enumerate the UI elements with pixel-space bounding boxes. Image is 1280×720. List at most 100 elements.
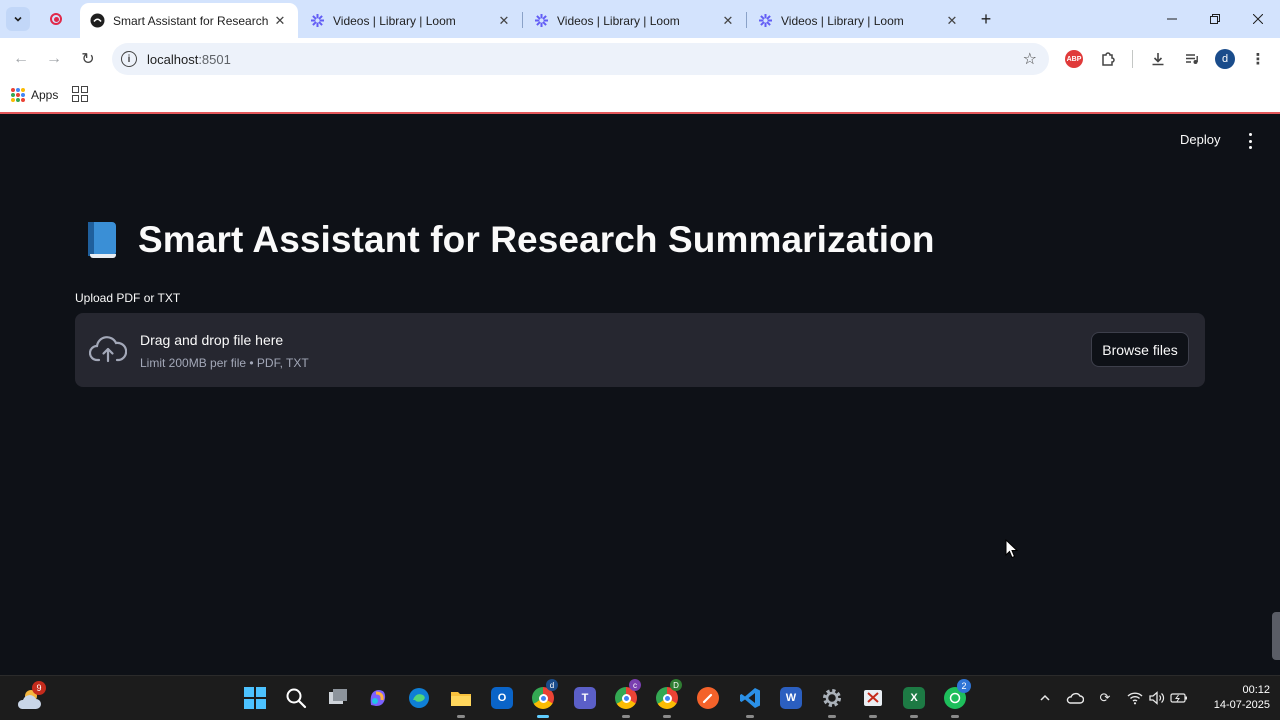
tray-volume[interactable] — [1148, 689, 1166, 707]
tab-loom-1[interactable]: Videos | Library | Loom ✕ — [300, 3, 522, 38]
page-scrollbar[interactable] — [1272, 612, 1280, 660]
tray-overflow-button[interactable] — [1036, 689, 1054, 707]
tab-close-icon[interactable]: ✕ — [272, 13, 288, 29]
profile-button[interactable]: d — [1213, 47, 1237, 71]
page-title: Smart Assistant for Research Summarizati… — [84, 219, 935, 261]
reload-icon: ↻ — [81, 51, 95, 68]
dropzone-limit: Limit 200MB per file • PDF, TXT — [140, 356, 309, 370]
tab-groups-icon[interactable] — [72, 86, 88, 102]
url-text: localhost:8501 — [147, 51, 231, 67]
adblock-icon: ABP — [1065, 50, 1083, 68]
taskbar-chrome-active[interactable]: d — [529, 679, 558, 718]
loom-favicon-icon — [758, 13, 773, 28]
taskbar-search[interactable] — [282, 684, 310, 712]
taskbar-file-explorer[interactable] — [447, 684, 475, 718]
address-bar[interactable]: i localhost:8501 ☆ — [112, 43, 1049, 75]
tray-battery[interactable] — [1170, 689, 1188, 707]
media-queue-icon — [1186, 54, 1198, 64]
downloads-button[interactable] — [1146, 47, 1170, 71]
taskbar-vscode[interactable] — [736, 684, 764, 718]
running-indicator — [537, 715, 549, 718]
restore-button[interactable] — [1193, 0, 1237, 38]
taskbar-excel[interactable]: X — [900, 684, 928, 718]
tab-close-icon[interactable]: ✕ — [720, 13, 736, 29]
taskbar-snipping-tool[interactable] — [859, 684, 887, 718]
kebab-menu-icon: ⋮ — [1250, 51, 1266, 68]
running-indicator — [746, 715, 754, 718]
browse-files-button[interactable]: Browse files — [1091, 332, 1189, 367]
running-indicator — [828, 715, 836, 718]
tab-smart-assistant[interactable]: Smart Assistant for Research ✕ — [80, 3, 298, 38]
clock-time: 00:12 — [1242, 684, 1270, 696]
chevron-up-icon — [1040, 694, 1050, 701]
tab-close-icon[interactable]: ✕ — [944, 13, 960, 29]
bookmark-apps[interactable]: Apps — [11, 88, 58, 102]
search-icon — [286, 688, 307, 709]
taskbar-edge[interactable] — [405, 684, 433, 712]
taskbar-app-orange[interactable] — [694, 684, 722, 712]
chrome-profile-badge: D — [670, 679, 682, 691]
clock-date: 14-07-2025 — [1213, 699, 1270, 711]
taskbar-clock[interactable]: 00:12 14-07-2025 — [1196, 683, 1270, 713]
tab-close-icon[interactable]: ✕ — [496, 13, 512, 29]
app-menu-icon[interactable] — [1244, 133, 1256, 149]
wifi-icon — [1127, 692, 1143, 705]
bookmarks-bar: Apps — [0, 80, 1280, 114]
bookmark-apps-label: Apps — [31, 88, 59, 102]
taskbar-settings[interactable] — [818, 684, 846, 718]
tab-loom-2[interactable]: Videos | Library | Loom ✕ — [524, 3, 746, 38]
adblock-extension-button[interactable]: ABP — [1062, 47, 1086, 71]
plus-icon: + — [980, 8, 992, 29]
site-info-icon[interactable]: i — [121, 51, 137, 67]
tab-loom-3[interactable]: Videos | Library | Loom ✕ — [748, 3, 970, 38]
taskbar-chrome-3[interactable]: D — [653, 679, 682, 718]
tray-sync[interactable]: ⟳ — [1096, 689, 1114, 707]
start-button[interactable] — [241, 684, 269, 712]
file-dropzone[interactable]: Drag and drop file here Limit 200MB per … — [75, 313, 1205, 387]
taskbar-copilot[interactable] — [364, 684, 392, 712]
outlook-icon: O — [491, 687, 513, 709]
taskbar-chrome-2[interactable]: c — [612, 679, 641, 718]
taskbar-word[interactable]: W — [777, 684, 805, 712]
excel-icon: X — [903, 687, 925, 709]
dropzone-instructions: Drag and drop file here — [140, 332, 284, 348]
apps-grid-icon — [11, 88, 25, 102]
teams-icon: T — [574, 687, 596, 709]
taskbar-teams[interactable]: T — [571, 684, 599, 712]
loom-favicon-icon — [310, 13, 325, 28]
forward-button[interactable]: → — [41, 46, 67, 72]
task-view-button[interactable] — [324, 684, 352, 712]
edge-icon — [409, 688, 429, 708]
running-indicator — [951, 715, 959, 718]
weather-widget[interactable]: 9 — [16, 681, 46, 713]
tab-search-button[interactable] — [6, 7, 30, 31]
taskbar-whatsapp[interactable]: 2 — [941, 679, 971, 718]
page-title-text: Smart Assistant for Research Summarizati… — [138, 219, 935, 260]
media-controls-button[interactable] — [1180, 47, 1204, 71]
windows-logo-icon — [244, 687, 266, 709]
bookmark-star-icon[interactable]: ☆ — [1023, 49, 1037, 69]
minimize-icon — [1167, 18, 1177, 20]
tab-strip: Smart Assistant for Research ✕ Videos | … — [0, 0, 1280, 38]
arrow-left-icon: ← — [13, 50, 29, 67]
running-indicator — [910, 715, 918, 718]
task-view-icon — [329, 689, 347, 704]
deploy-button[interactable]: Deploy — [1180, 132, 1220, 147]
restore-icon — [1210, 14, 1220, 24]
tray-onedrive[interactable] — [1066, 689, 1084, 707]
new-tab-button[interactable]: + — [975, 8, 997, 30]
back-button[interactable]: ← — [8, 46, 34, 72]
tab-pinned-recorder[interactable] — [42, 6, 70, 32]
word-icon: W — [780, 687, 802, 709]
minimize-button[interactable] — [1150, 0, 1194, 38]
tray-wifi[interactable] — [1126, 689, 1144, 707]
running-indicator — [869, 715, 877, 718]
speaker-icon — [1149, 691, 1165, 705]
reload-button[interactable]: ↻ — [75, 46, 101, 72]
windows-taskbar: 9 O d T c D W X 2 ⟳ 00:12 14-07-2025 — [0, 675, 1280, 720]
chrome-menu-button[interactable]: ⋮ — [1246, 47, 1270, 71]
close-window-button[interactable] — [1236, 0, 1280, 38]
taskbar-outlook[interactable]: O — [488, 684, 516, 712]
extensions-button[interactable] — [1096, 47, 1120, 71]
blue-book-icon — [84, 220, 118, 260]
